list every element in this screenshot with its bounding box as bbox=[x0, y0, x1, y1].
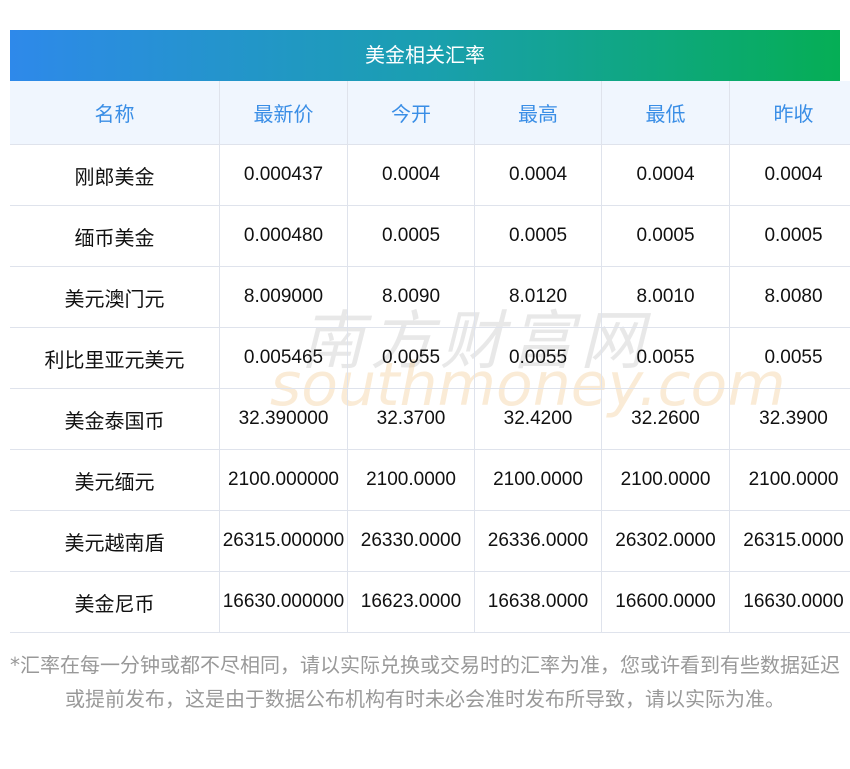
disclaimer-note: *汇率在每一分钟或都不尽相同，请以实际兑换或交易时的汇率为准，您或许看到有些数据… bbox=[10, 653, 840, 711]
rate-cell: 32.2600 bbox=[601, 388, 730, 450]
currency-pair-name: 美金泰国币 bbox=[10, 388, 220, 450]
currency-pair-name: 美元澳门元 bbox=[10, 266, 220, 328]
rate-cell: 8.0090 bbox=[347, 266, 475, 328]
rate-cell: 16630.000000 bbox=[219, 571, 348, 633]
rate-cell: 0.0004 bbox=[474, 144, 602, 206]
rate-cell: 0.005465 bbox=[219, 327, 348, 389]
currency-pair-name: 刚郎美金 bbox=[10, 144, 220, 206]
rate-cell: 8.0010 bbox=[601, 266, 730, 328]
rate-cell: 0.0055 bbox=[729, 327, 850, 389]
rate-cell: 32.3900 bbox=[729, 388, 850, 450]
currency-pair-name: 利比里亚元美元 bbox=[10, 327, 220, 389]
column-header: 名称 bbox=[10, 81, 220, 145]
rate-cell: 8.0120 bbox=[474, 266, 602, 328]
header-row: 名称 最新价 今开 最高 最低 昨收 bbox=[10, 81, 850, 145]
rate-cell: 2100.0000 bbox=[601, 449, 730, 511]
rate-cell: 0.000437 bbox=[219, 144, 348, 206]
table-row: 美元缅元 2100.000000 2100.0000 2100.0000 2100.00… bbox=[10, 449, 850, 511]
rate-cell: 32.4200 bbox=[474, 388, 602, 450]
rate-cell: 16638.0000 bbox=[474, 571, 602, 633]
rate-cell: 8.009000 bbox=[219, 266, 348, 328]
currency-pair-name: 缅币美金 bbox=[10, 205, 220, 267]
rate-cell: 26330.0000 bbox=[347, 510, 475, 572]
table-row: 美金尼币 16630.000000 16623.0000 16638.0000 1660… bbox=[10, 571, 850, 633]
currency-pair-name: 美元越南盾 bbox=[10, 510, 220, 572]
rate-cell: 16623.0000 bbox=[347, 571, 475, 633]
table-row: 利比里亚元美元 0.005465 0.0055 0.0055 0.0055 0.0055 bbox=[10, 327, 850, 389]
column-header: 今开 bbox=[347, 81, 475, 145]
rate-cell: 0.0005 bbox=[474, 205, 602, 267]
table-row: 美金泰国币 32.390000 32.3700 32.4200 32.2600 32.39… bbox=[10, 388, 850, 450]
rate-cell: 26336.0000 bbox=[474, 510, 602, 572]
table-row: 美元澳门元 8.009000 8.0090 8.0120 8.0010 8.0080 bbox=[10, 266, 850, 328]
column-header: 最低 bbox=[601, 81, 730, 145]
rate-cell: 0.0055 bbox=[601, 327, 730, 389]
table-title: 美金相关汇率 bbox=[10, 30, 840, 81]
table-row: 美元越南盾 26315.000000 26330.0000 26336.0000 263… bbox=[10, 510, 850, 572]
rate-cell: 0.0055 bbox=[347, 327, 475, 389]
currency-pair-name: 美元缅元 bbox=[10, 449, 220, 511]
rate-cell: 16630.0000 bbox=[729, 571, 850, 633]
table-row: 缅币美金 0.000480 0.0005 0.0005 0.0005 0.0005 bbox=[10, 205, 850, 267]
rate-table: 名称 最新价 今开 最高 最低 昨收 刚郎美金 0.000437 0.0004 0.0004 0.… bbox=[10, 81, 850, 633]
rate-cell: 0.0005 bbox=[347, 205, 475, 267]
rate-cell: 0.0004 bbox=[347, 144, 475, 206]
rate-cell: 26315.000000 bbox=[219, 510, 348, 572]
rate-cell: 26315.0000 bbox=[729, 510, 850, 572]
rate-cell: 0.000480 bbox=[219, 205, 348, 267]
rate-cell: 0.0055 bbox=[474, 327, 602, 389]
rate-cell: 26302.0000 bbox=[601, 510, 730, 572]
column-header: 最高 bbox=[474, 81, 602, 145]
rate-cell: 0.0005 bbox=[729, 205, 850, 267]
rate-cell: 2100.000000 bbox=[219, 449, 348, 511]
currency-pair-name: 美金尼币 bbox=[10, 571, 220, 633]
rate-cell: 0.0004 bbox=[729, 144, 850, 206]
column-header: 昨收 bbox=[729, 81, 850, 145]
rate-cell: 16600.0000 bbox=[601, 571, 730, 633]
rate-table-panel: 美金相关汇率 名称 最新价 今开 最高 最低 昨收 刚郎美金 0.000437 0.0004 0… bbox=[10, 30, 850, 633]
rate-cell: 2100.0000 bbox=[474, 449, 602, 511]
rate-cell: 0.0004 bbox=[601, 144, 730, 206]
rate-cell: 2100.0000 bbox=[347, 449, 475, 511]
rate-cell: 32.390000 bbox=[219, 388, 348, 450]
column-header: 最新价 bbox=[219, 81, 348, 145]
rate-cell: 8.0080 bbox=[729, 266, 850, 328]
rate-cell: 0.0005 bbox=[601, 205, 730, 267]
table-row: 刚郎美金 0.000437 0.0004 0.0004 0.0004 0.0004 bbox=[10, 144, 850, 206]
rate-cell: 32.3700 bbox=[347, 388, 475, 450]
rate-cell: 2100.0000 bbox=[729, 449, 850, 511]
